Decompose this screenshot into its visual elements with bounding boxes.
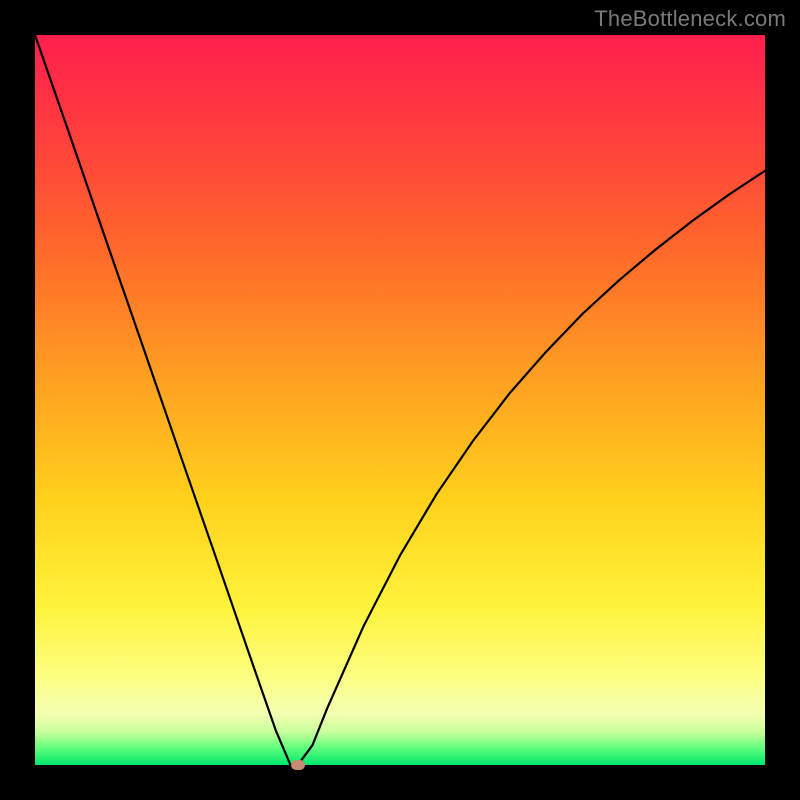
chart-frame: TheBottleneck.com xyxy=(0,0,800,800)
bottleneck-curve xyxy=(35,35,765,765)
plot-area xyxy=(35,35,765,765)
watermark-text: TheBottleneck.com xyxy=(594,6,786,32)
vertex-marker xyxy=(291,760,305,770)
